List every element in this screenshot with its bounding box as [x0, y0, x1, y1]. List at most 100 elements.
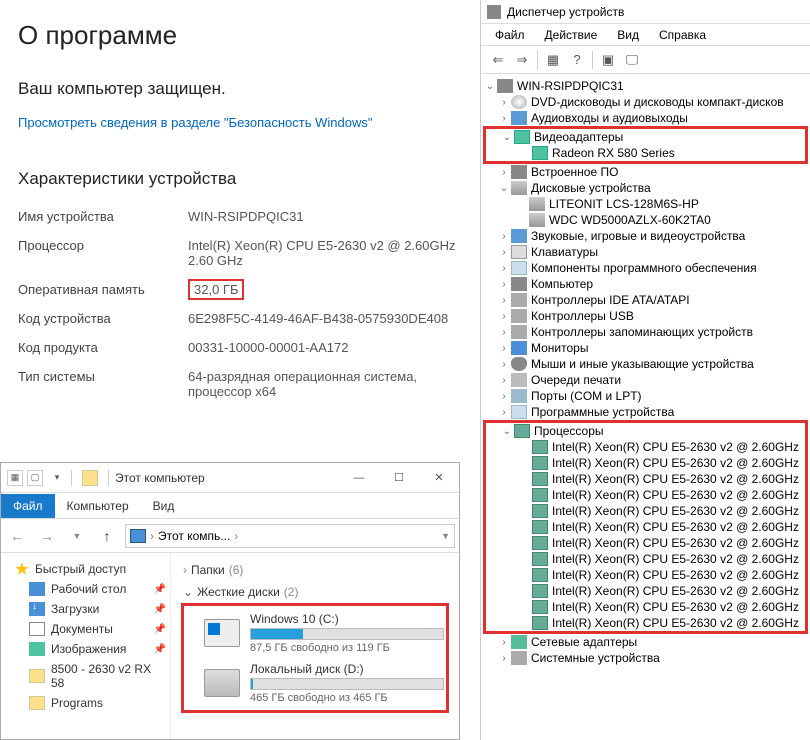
toolbar-view-icon[interactable]: ▦ — [542, 49, 564, 71]
tree-cpu-item[interactable]: Intel(R) Xeon(R) CPU E5-2630 v2 @ 2.60GH… — [486, 519, 805, 535]
tree-dvd[interactable]: ›DVD-дисководы и дисководы компакт-диско… — [483, 94, 808, 110]
toolbar-scan-icon[interactable]: ▣ — [597, 49, 619, 71]
tree-print[interactable]: ›Очереди печати — [483, 372, 808, 388]
address-bar[interactable]: › Этот компь... › ▼ — [125, 524, 455, 548]
tree-computer[interactable]: ›Компьютер — [483, 276, 808, 292]
toolbar-help-icon[interactable]: ? — [566, 49, 588, 71]
sidebar-downloads[interactable]: Загрузки 📌 — [1, 599, 170, 619]
sidebar-desktop[interactable]: Рабочий стол 📌 — [1, 579, 170, 599]
toolbar-back-icon[interactable]: ⇐ — [487, 49, 509, 71]
expand-icon[interactable]: › — [497, 653, 511, 664]
tree-usb[interactable]: ›Контроллеры USB — [483, 308, 808, 324]
menu-help[interactable]: Справка — [651, 26, 714, 44]
sidebar-folder[interactable]: 8500 - 2630 v2 RX 58 — [1, 659, 170, 693]
section-disks[interactable]: ⌄ Жесткие диски (2) — [181, 581, 449, 603]
printer-icon — [511, 373, 527, 387]
disk-d[interactable]: Локальный диск (D:) 465 ГБ свободно из 4… — [186, 658, 444, 708]
qat-folder-icon[interactable]: ▢ — [27, 470, 43, 486]
nav-forward-button[interactable]: → — [35, 524, 59, 548]
tree-ports[interactable]: ›Порты (COM и LPT) — [483, 388, 808, 404]
tree-progdev[interactable]: ›Программные устройства — [483, 404, 808, 420]
tab-view[interactable]: Вид — [141, 494, 187, 518]
tree-cpu-item[interactable]: Intel(R) Xeon(R) CPU E5-2630 v2 @ 2.60GH… — [486, 551, 805, 567]
expand-icon[interactable]: › — [497, 97, 511, 108]
expand-icon[interactable]: › — [497, 343, 511, 354]
collapse-icon[interactable]: ⌄ — [483, 81, 497, 92]
expand-icon[interactable]: › — [497, 359, 511, 370]
breadcrumb-segment[interactable]: Этот компь... — [158, 529, 230, 543]
tree-network[interactable]: ›Сетевые адаптеры — [483, 634, 808, 650]
expand-icon[interactable]: › — [497, 263, 511, 274]
expand-icon[interactable]: › — [497, 247, 511, 258]
maximize-button[interactable]: ☐ — [379, 464, 419, 492]
section-folders[interactable]: › Папки (6) — [181, 559, 449, 581]
tree-system[interactable]: ›Системные устройства — [483, 650, 808, 666]
toolbar-monitor-icon[interactable]: 🖵 — [621, 49, 643, 71]
tree-cpu-item[interactable]: Intel(R) Xeon(R) CPU E5-2630 v2 @ 2.60GH… — [486, 471, 805, 487]
sidebar-documents[interactable]: Документы 📌 — [1, 619, 170, 639]
disk-c[interactable]: Windows 10 (C:) 87,5 ГБ свободно из 119 … — [186, 608, 444, 658]
nav-up-button[interactable]: ↑ — [95, 524, 119, 548]
tree-cpu-item[interactable]: Intel(R) Xeon(R) CPU E5-2630 v2 @ 2.60GH… — [486, 439, 805, 455]
tree-sound[interactable]: ›Звуковые, игровые и видеоустройства — [483, 228, 808, 244]
menu-file[interactable]: Файл — [487, 26, 533, 44]
tree-mouse[interactable]: ›Мыши и иные указывающие устройства — [483, 356, 808, 372]
menu-action[interactable]: Действие — [537, 26, 606, 44]
tree-cpu-item[interactable]: Intel(R) Xeon(R) CPU E5-2630 v2 @ 2.60GH… — [486, 583, 805, 599]
collapse-icon[interactable]: ⌄ — [497, 183, 511, 194]
toolbar-forward-icon[interactable]: ⇒ — [511, 49, 533, 71]
minimize-button[interactable]: — — [339, 464, 379, 492]
close-button[interactable]: ✕ — [419, 464, 459, 492]
expand-icon[interactable]: › — [497, 295, 511, 306]
tree-processors[interactable]: ⌄Процессоры — [486, 423, 805, 439]
tab-file[interactable]: Файл — [1, 494, 55, 518]
tab-computer[interactable]: Компьютер — [55, 494, 141, 518]
tree-disk-item[interactable]: WDC WD5000AZLX-60K2TA0 — [483, 212, 808, 228]
windows-disk-icon — [204, 619, 240, 647]
tree-monitors[interactable]: ›Мониторы — [483, 340, 808, 356]
tree-software[interactable]: ›Компоненты программного обеспечения — [483, 260, 808, 276]
tree-cpu-item[interactable]: Intel(R) Xeon(R) CPU E5-2630 v2 @ 2.60GH… — [486, 455, 805, 471]
expand-icon[interactable]: › — [497, 311, 511, 322]
tree-cpu-item[interactable]: Intel(R) Xeon(R) CPU E5-2630 v2 @ 2.60GH… — [486, 599, 805, 615]
tree-disks[interactable]: ⌄Дисковые устройства — [483, 180, 808, 196]
collapse-icon[interactable]: ⌄ — [500, 132, 514, 143]
tree-keyboard[interactable]: ›Клавиатуры — [483, 244, 808, 260]
nav-history-dropdown[interactable]: ▼ — [65, 524, 89, 548]
tree-cpu-item[interactable]: Intel(R) Xeon(R) CPU E5-2630 v2 @ 2.60GH… — [486, 567, 805, 583]
expand-icon[interactable]: › — [497, 637, 511, 648]
tree-cpu-item[interactable]: Intel(R) Xeon(R) CPU E5-2630 v2 @ 2.60GH… — [486, 503, 805, 519]
expand-icon[interactable]: › — [497, 375, 511, 386]
expand-icon[interactable]: › — [497, 231, 511, 242]
expand-icon[interactable]: › — [497, 167, 511, 178]
tree-ide[interactable]: ›Контроллеры IDE ATA/ATAPI — [483, 292, 808, 308]
address-dropdown-icon[interactable]: ▼ — [441, 531, 450, 541]
tree-label: WDC WD5000AZLX-60K2TA0 — [549, 213, 711, 227]
qat-dropdown-icon[interactable]: ▾ — [49, 470, 65, 486]
menu-view[interactable]: Вид — [609, 26, 647, 44]
expand-icon[interactable]: › — [497, 113, 511, 124]
tree-video-adapters[interactable]: ⌄Видеоадаптеры — [486, 129, 805, 145]
tree-storage[interactable]: ›Контроллеры запоминающих устройств — [483, 324, 808, 340]
expand-icon[interactable]: › — [497, 407, 511, 418]
nav-back-button[interactable]: ← — [5, 524, 29, 548]
expand-icon[interactable]: › — [497, 391, 511, 402]
tree-cpu-item[interactable]: Intel(R) Xeon(R) CPU E5-2630 v2 @ 2.60GH… — [486, 615, 805, 631]
sidebar-pictures[interactable]: Изображения 📌 — [1, 639, 170, 659]
tree-cpu-item[interactable]: Intel(R) Xeon(R) CPU E5-2630 v2 @ 2.60GH… — [486, 487, 805, 503]
tree-gpu[interactable]: Radeon RX 580 Series — [486, 145, 805, 161]
tree-label: Intel(R) Xeon(R) CPU E5-2630 v2 @ 2.60GH… — [552, 472, 799, 486]
security-link[interactable]: Просмотреть сведения в разделе "Безопасн… — [18, 113, 462, 133]
tree-root[interactable]: ⌄ WIN-RSIPDPQIC31 — [483, 78, 808, 94]
tree-cpu-item[interactable]: Intel(R) Xeon(R) CPU E5-2630 v2 @ 2.60GH… — [486, 535, 805, 551]
tree-disk-item[interactable]: LITEONIT LCS-128M6S-HP — [483, 196, 808, 212]
qat-properties-icon[interactable]: ▦ — [7, 470, 23, 486]
tree-audio[interactable]: ›Аудиовходы и аудиовыходы — [483, 110, 808, 126]
tree-firmware[interactable]: ›Встроенное ПО — [483, 164, 808, 180]
sidebar-folder[interactable]: Programs — [1, 693, 170, 713]
expand-icon[interactable]: › — [497, 327, 511, 338]
section-name: Папки — [191, 563, 225, 577]
collapse-icon[interactable]: ⌄ — [500, 426, 514, 437]
expand-icon[interactable]: › — [497, 279, 511, 290]
sidebar-quick-access[interactable]: Быстрый доступ — [1, 559, 170, 579]
